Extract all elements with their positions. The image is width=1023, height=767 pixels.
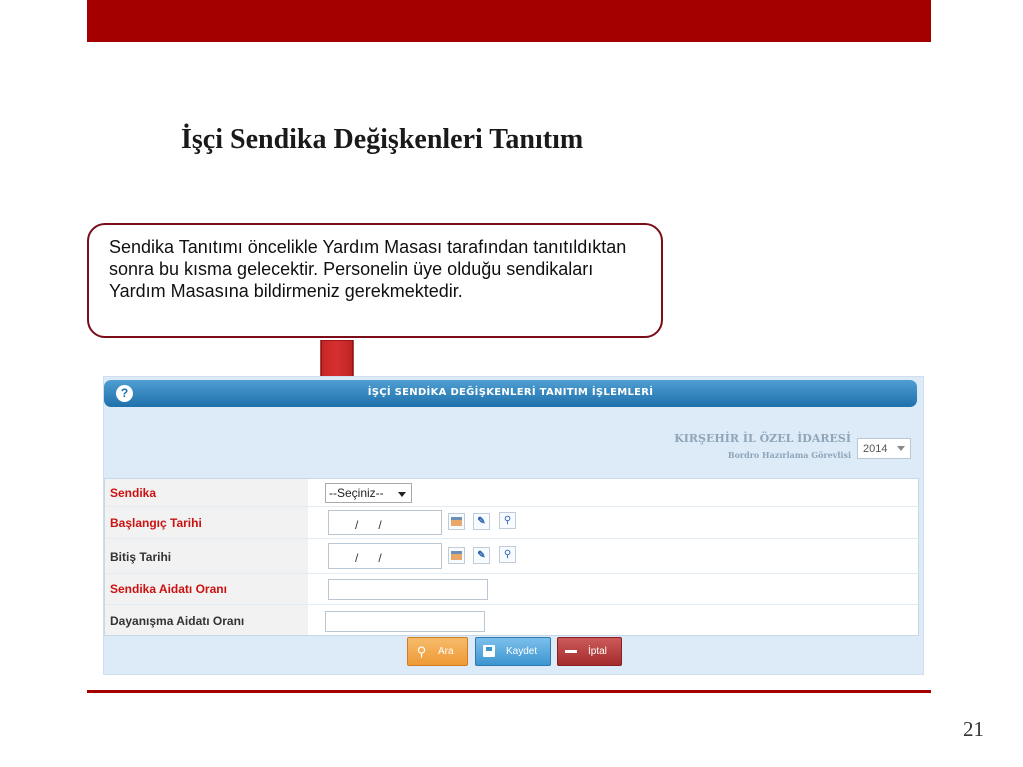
label-baslangic: Başlangıç Tarihi <box>110 516 202 530</box>
kaydet-button[interactable]: Kaydet <box>475 637 551 666</box>
org-name: KIRŞEHİR İL ÖZEL İDARESİ <box>674 432 851 445</box>
zoom-icon[interactable]: ⚲ <box>499 512 516 529</box>
app-header: ? İŞÇİ SENDİKA DEĞİŞKENLERİ TANITIM İŞLE… <box>104 380 917 407</box>
org-role: Bordro Hazırlama Görevlisi <box>727 450 851 460</box>
org-info: KIRŞEHİR İL ÖZEL İDARESİ Bordro Hazırlam… <box>674 432 851 460</box>
app-header-title: İŞÇİ SENDİKA DEĞİŞKENLERİ TANITIM İŞLEML… <box>367 387 654 398</box>
row-aidat: Sendika Aidatı Oranı <box>105 574 918 605</box>
calendar-icon[interactable] <box>448 547 465 564</box>
chevron-down-icon <box>398 492 406 497</box>
row-baslangic: Başlangıç Tarihi / / ✎ ⚲ <box>105 507 918 539</box>
label-aidat: Sendika Aidatı Oranı <box>110 582 227 596</box>
callout-box: Sendika Tanıtımı öncelikle Yardım Masası… <box>87 223 663 338</box>
top-accent-bar <box>87 0 931 42</box>
baslangic-date-input[interactable]: / / <box>328 510 442 535</box>
row-sendika: Sendika --Seçiniz-- <box>105 479 918 507</box>
minus-icon <box>564 644 579 659</box>
aidat-orani-input[interactable] <box>328 579 488 600</box>
iptal-button-label: İptal <box>588 646 607 657</box>
bitis-date-input[interactable]: / / <box>328 543 442 569</box>
year-select[interactable]: 2014 <box>857 438 911 459</box>
row-bitis: Bitiş Tarihi / / ✎ ⚲ <box>105 539 918 574</box>
sendika-select-value: --Seçiniz-- <box>329 486 384 500</box>
year-value: 2014 <box>863 443 888 455</box>
label-bitis: Bitiş Tarihi <box>110 550 172 564</box>
row-dayanisma: Dayanışma Aidatı Oranı <box>105 605 918 635</box>
save-icon <box>482 644 497 659</box>
iptal-button[interactable]: İptal <box>557 637 622 666</box>
label-sendika: Sendika <box>110 486 157 500</box>
clear-brush-icon[interactable]: ✎ <box>473 513 490 530</box>
label-dayanisma: Dayanışma Aidatı Oranı <box>110 614 245 628</box>
kaydet-button-label: Kaydet <box>506 646 538 657</box>
ara-button[interactable]: ⚲ Ara <box>407 637 468 666</box>
ara-button-label: Ara <box>438 646 454 657</box>
app-window: ? İŞÇİ SENDİKA DEĞİŞKENLERİ TANITIM İŞLE… <box>103 376 924 675</box>
zoom-icon[interactable]: ⚲ <box>499 546 516 563</box>
baslangic-date-value: / / <box>355 518 382 532</box>
clear-brush-icon[interactable]: ✎ <box>473 547 490 564</box>
sendika-form: Sendika --Seçiniz-- Başlangıç Tarihi / /… <box>104 478 919 636</box>
bitis-date-value: / / <box>355 551 382 565</box>
calendar-icon[interactable] <box>448 513 465 530</box>
slide-title: İşçi Sendika Değişkenleri Tanıtım <box>181 124 584 155</box>
chevron-down-icon <box>897 446 905 451</box>
bottom-accent-line <box>87 690 931 693</box>
dayanisma-orani-input[interactable] <box>325 611 485 632</box>
sendika-select[interactable]: --Seçiniz-- <box>325 483 412 503</box>
search-icon: ⚲ <box>416 644 427 659</box>
page-number: 21 <box>963 717 984 741</box>
